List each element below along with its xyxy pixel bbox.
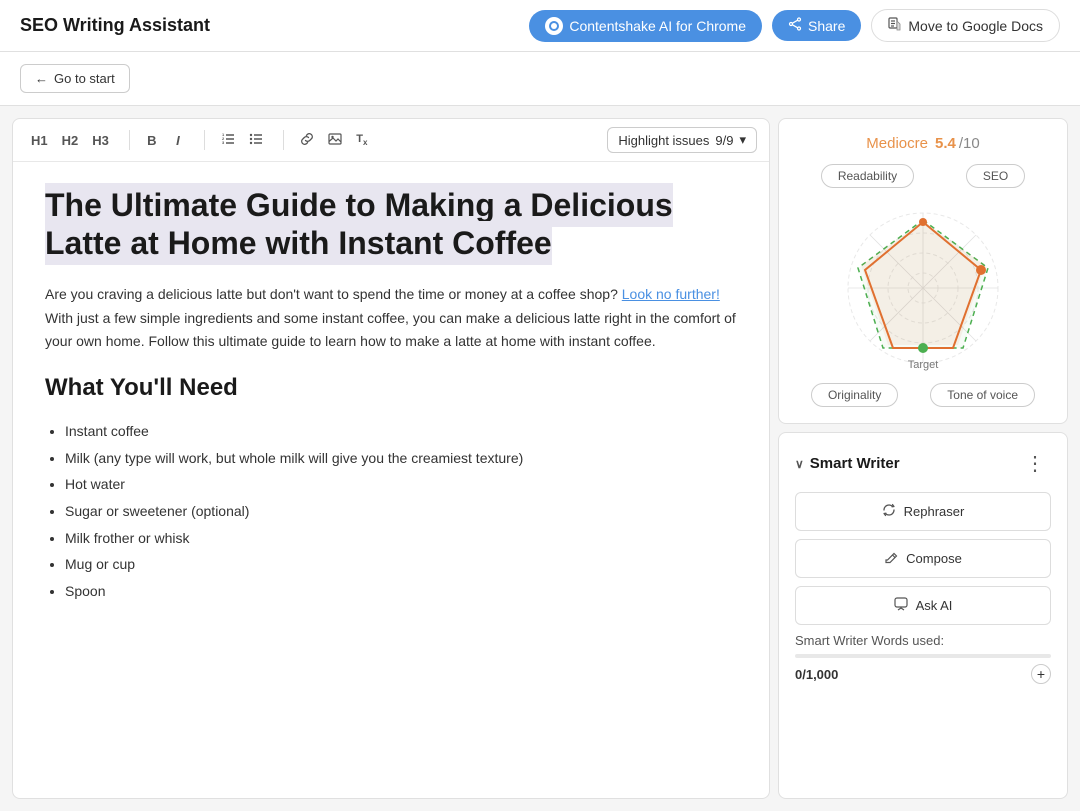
words-count-text: 0/1,000: [795, 667, 838, 682]
share-icon: [788, 17, 802, 34]
google-docs-icon: [888, 17, 902, 34]
score-tabs-bottom: Originality Tone of voice: [795, 383, 1051, 407]
words-used-label: Smart Writer Words used:: [795, 633, 1051, 648]
go-to-start-button[interactable]: ← Go to start: [20, 64, 130, 93]
sub-header: ← Go to start: [0, 52, 1080, 106]
list-item: Sugar or sweetener (optional): [65, 498, 737, 525]
share-button[interactable]: Share: [772, 10, 861, 41]
main-layout: H1 H2 H3 B I 123: [0, 106, 1080, 811]
list-item: Mug or cup: [65, 551, 737, 578]
h1-button[interactable]: H1: [25, 129, 54, 152]
seo-tab[interactable]: SEO: [966, 164, 1025, 188]
arrow-left-icon: ←: [35, 71, 48, 86]
app-title: SEO Writing Assistant: [20, 15, 210, 36]
image-button[interactable]: [322, 128, 348, 153]
radar-svg: Target: [823, 200, 1023, 375]
contentshake-button[interactable]: Contentshake AI for Chrome: [529, 10, 762, 42]
article-title[interactable]: The Ultimate Guide to Making a Delicious…: [45, 183, 673, 265]
contentshake-icon: [545, 17, 563, 35]
clear-format-button[interactable]: Tx: [350, 129, 374, 151]
score-card: Mediocre 5.4 /10 Readability SEO: [778, 118, 1068, 424]
tone-of-voice-tab[interactable]: Tone of voice: [930, 383, 1035, 407]
toolbar-sep-3: [283, 130, 284, 150]
score-value: 5.4: [935, 135, 956, 152]
smart-writer-title: ∨ Smart Writer: [795, 455, 900, 472]
more-options-button[interactable]: ⋮: [1019, 449, 1051, 478]
add-words-button[interactable]: +: [1031, 664, 1051, 684]
list-item: Spoon: [65, 578, 737, 605]
list-item: Milk (any type will work, but whole milk…: [65, 445, 737, 472]
originality-tab[interactable]: Originality: [811, 383, 898, 407]
words-progress-bar: [795, 654, 1051, 658]
italic-button[interactable]: I: [166, 129, 190, 152]
app-header: SEO Writing Assistant Contentshake AI fo…: [0, 0, 1080, 52]
score-max: /10: [959, 135, 980, 152]
compose-icon: [884, 550, 898, 567]
score-header: Mediocre 5.4 /10: [795, 135, 1051, 152]
smart-writer-card: ∨ Smart Writer ⋮ Rephraser Compose: [778, 432, 1068, 799]
svg-text:3: 3: [222, 140, 225, 145]
ask-ai-icon: [894, 597, 908, 614]
editor-toolbar: H1 H2 H3 B I 123: [13, 119, 769, 162]
title-wrapper: The Ultimate Guide to Making a Delicious…: [45, 186, 737, 263]
right-panel: Mediocre 5.4 /10 Readability SEO: [778, 118, 1068, 799]
google-docs-button[interactable]: Move to Google Docs: [871, 9, 1060, 42]
header-actions: Contentshake AI for Chrome Share Move to…: [529, 9, 1060, 42]
readability-tab[interactable]: Readability: [821, 164, 914, 188]
link-button[interactable]: [294, 128, 320, 153]
rephraser-button[interactable]: Rephraser: [795, 492, 1051, 531]
h3-button[interactable]: H3: [86, 129, 115, 152]
words-count-row: 0/1,000 +: [795, 664, 1051, 684]
intro-link[interactable]: Look no further!: [622, 286, 720, 302]
ordered-list-button[interactable]: 123: [215, 128, 241, 153]
score-rating: Mediocre: [866, 135, 928, 152]
bold-button[interactable]: B: [140, 129, 164, 152]
article-intro[interactable]: Are you craving a delicious latte but do…: [45, 283, 737, 354]
list-group: 123: [215, 128, 269, 153]
compose-button[interactable]: Compose: [795, 539, 1051, 578]
list-item: Instant coffee: [65, 418, 737, 445]
insert-group: Tx: [294, 128, 374, 153]
list-item: Milk frother or whisk: [65, 525, 737, 552]
unordered-list-button[interactable]: [243, 128, 269, 153]
collapse-icon[interactable]: ∨: [795, 457, 804, 471]
ingredients-list: Instant coffee Milk (any type will work,…: [45, 418, 737, 604]
highlight-select[interactable]: Highlight issues 9/9 ▾: [607, 127, 757, 153]
editor-content[interactable]: The Ultimate Guide to Making a Delicious…: [13, 162, 769, 798]
section-heading: What You'll Need: [45, 374, 737, 402]
svg-text:Target: Target: [908, 359, 939, 371]
format-group: B I: [140, 129, 190, 152]
toolbar-sep-2: [204, 130, 205, 150]
score-tabs-top: Readability SEO: [795, 164, 1051, 188]
list-item: Hot water: [65, 471, 737, 498]
rephraser-icon: [882, 503, 896, 520]
radar-chart: Target: [795, 200, 1051, 375]
editor-pane: H1 H2 H3 B I 123: [12, 118, 770, 799]
smart-writer-header: ∨ Smart Writer ⋮: [795, 449, 1051, 478]
toolbar-sep-1: [129, 130, 130, 150]
heading-group: H1 H2 H3: [25, 129, 115, 152]
chevron-down-icon: ▾: [739, 132, 746, 148]
ask-ai-button[interactable]: Ask AI: [795, 586, 1051, 625]
h2-button[interactable]: H2: [56, 129, 85, 152]
